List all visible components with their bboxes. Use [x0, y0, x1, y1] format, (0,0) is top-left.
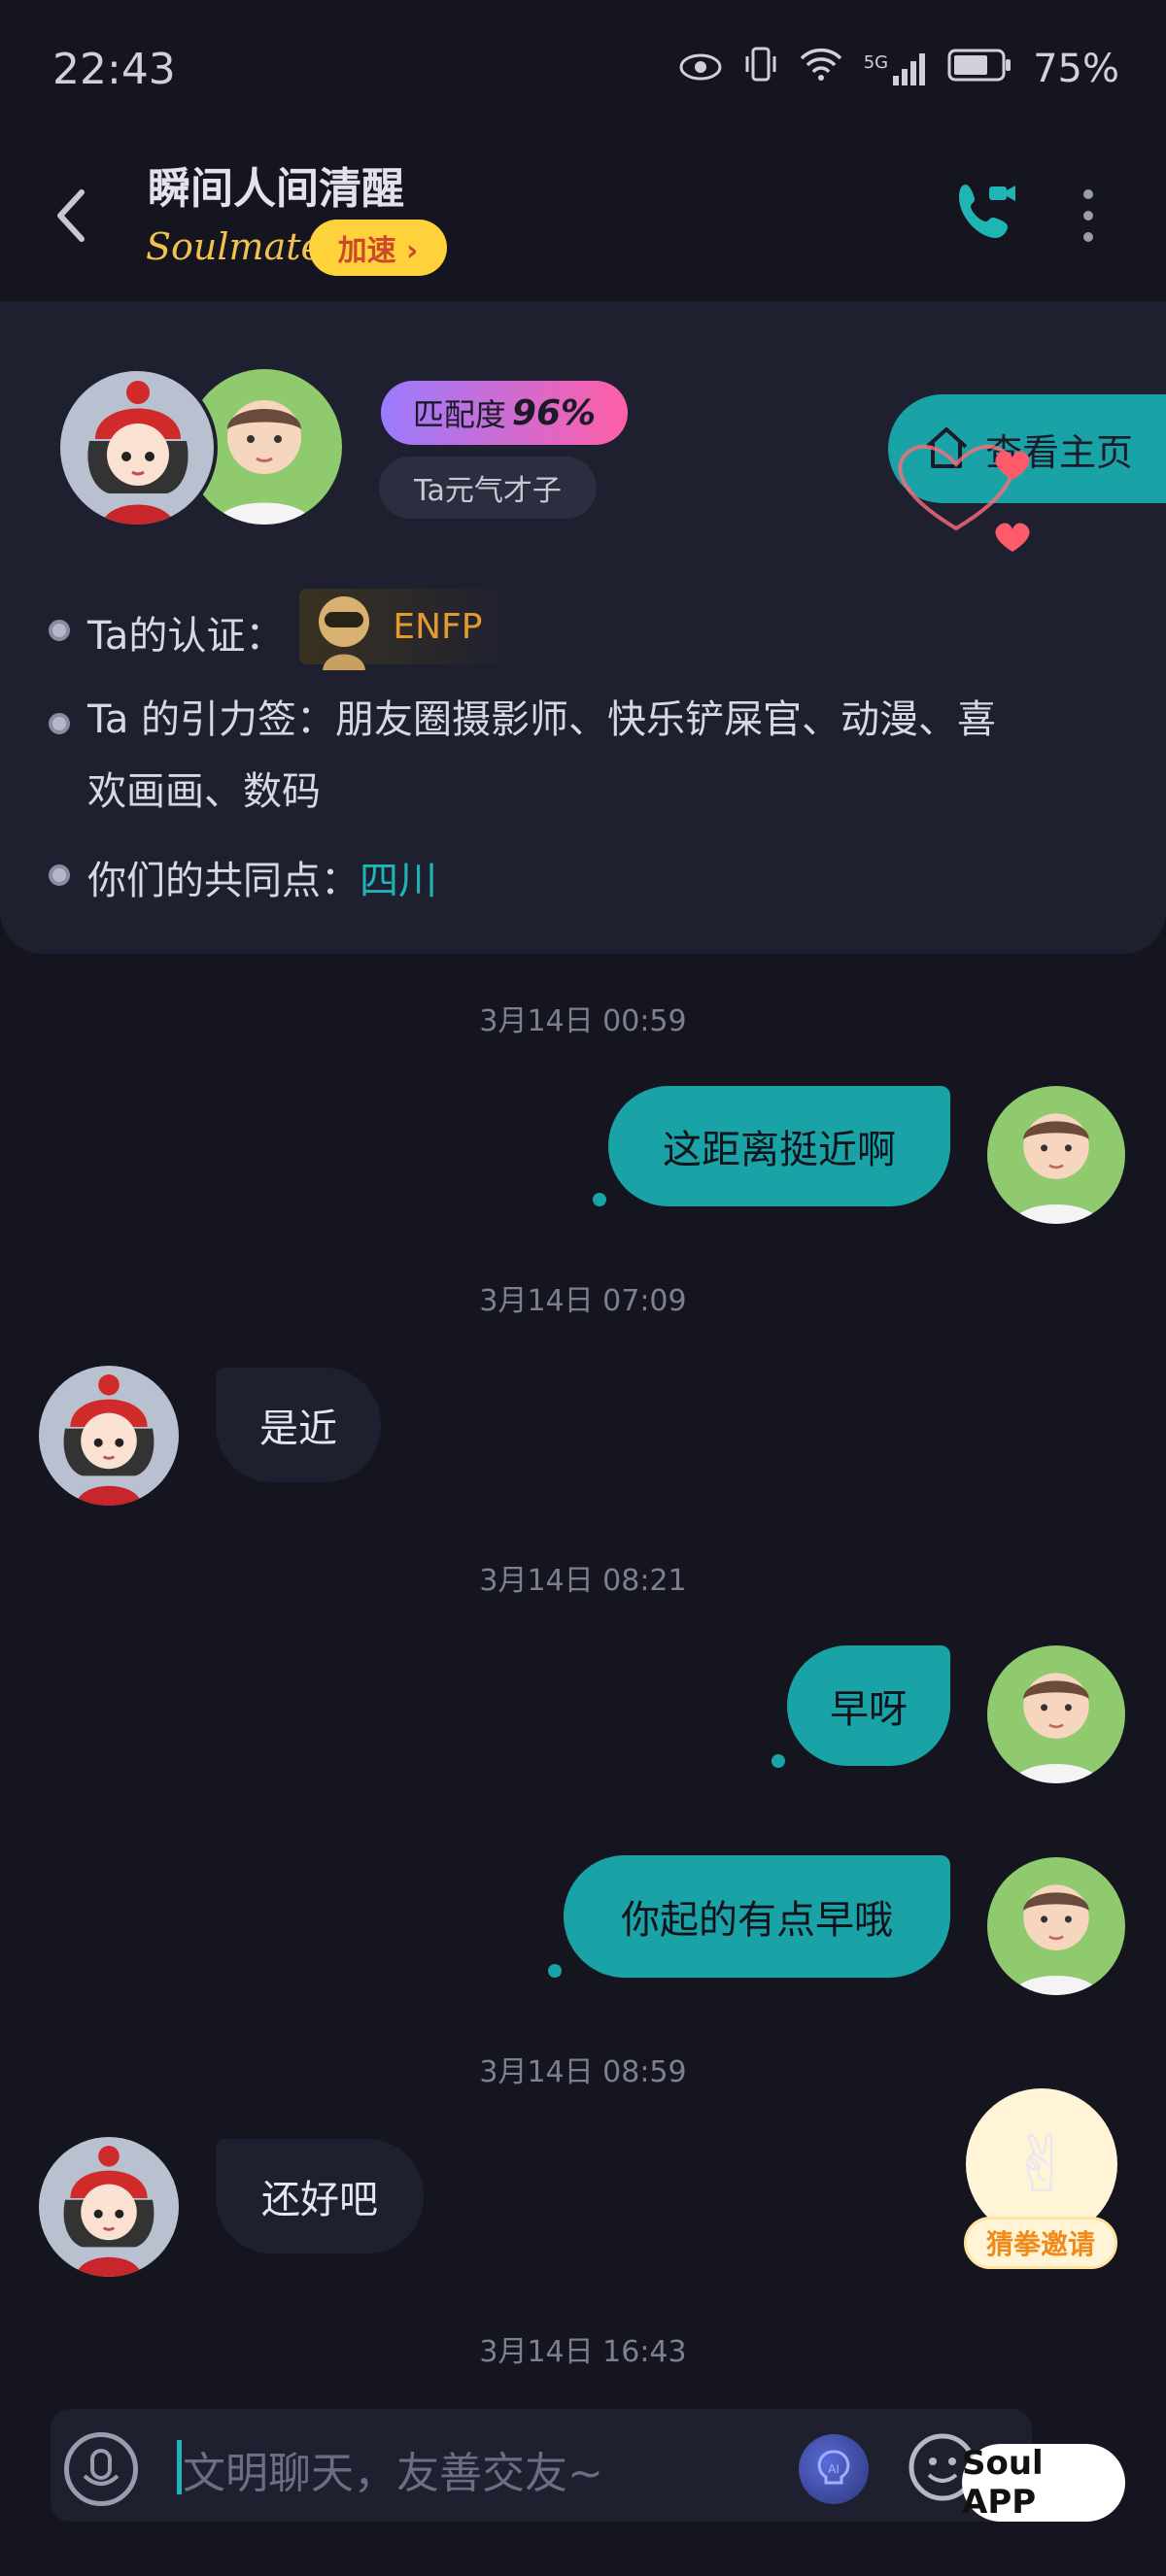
gravity-tags-line-1: Ta 的引力签：朋友圈摄影师、快乐铲屎官、动漫、喜 — [87, 697, 997, 742]
match-label: 匹配度 — [412, 396, 506, 433]
soulmate-badge[interactable]: Soulmate — [146, 225, 323, 268]
boy-avatar-icon — [1012, 1113, 1100, 1224]
match-score-badge: 匹配度 96% — [381, 381, 628, 445]
message-bubble-received[interactable]: 是近 — [216, 1368, 381, 1482]
astronaut-icon — [319, 596, 370, 670]
text-caret — [177, 2440, 182, 2494]
certification-label: Ta的认证： — [87, 614, 285, 659]
common-points-label: 你们的共同点： — [87, 859, 360, 903]
more-vertical-icon — [1083, 189, 1093, 242]
girl-avatar-icon — [63, 1374, 154, 1506]
vibrate-icon — [743, 45, 778, 93]
read-indicator — [593, 1193, 606, 1206]
more-options-button[interactable] — [1069, 186, 1108, 245]
network-type: 5G — [863, 52, 889, 73]
status-icons: 5G 75% — [679, 45, 1119, 93]
boy-avatar-icon — [1012, 1884, 1100, 1995]
view-homepage-button[interactable]: 查看主页 — [888, 394, 1166, 552]
common-points-row: 你们的共同点： 四川 — [49, 849, 437, 905]
mbti-value: ENFP — [393, 606, 483, 647]
common-points-value[interactable]: 四川 — [360, 849, 437, 905]
wifi-icon — [800, 47, 842, 91]
gravity-tags-row: Ta 的引力签：朋友圈摄影师、快乐铲屎官、动漫、喜 欢画画、数码 — [49, 697, 1137, 828]
gravity-tags-text: Ta 的引力签：朋友圈摄影师、快乐铲屎官、动漫、喜 欢画画、数码 — [87, 684, 996, 828]
chat-header: 瞬间人间清醒 Soulmate 加速 › — [0, 146, 1166, 301]
certification-row: Ta的认证： ENFP — [49, 589, 518, 680]
message-bubble-sent[interactable]: 这距离挺近啊 — [608, 1086, 950, 1206]
contact-avatar[interactable] — [39, 1366, 179, 1506]
my-avatar[interactable] — [987, 1857, 1125, 1995]
cellular-icon: 5G — [864, 52, 926, 85]
contact-name[interactable]: 瞬间人间清醒 — [148, 153, 404, 216]
status-time: 22:43 — [52, 45, 176, 94]
eye-icon — [679, 47, 722, 91]
contact-avatar[interactable] — [56, 367, 218, 528]
message-bubble-sent[interactable]: 早呀 — [787, 1645, 950, 1766]
status-bar: 22:43 5G 75% — [0, 0, 1166, 146]
svg-text:AI: AI — [828, 2462, 840, 2476]
heart-animation-icon — [898, 444, 1030, 552]
call-button[interactable] — [952, 177, 1020, 245]
phone-video-icon — [959, 185, 1015, 238]
bullet-icon — [49, 713, 70, 734]
contact-avatar[interactable] — [39, 2137, 179, 2277]
my-avatar[interactable] — [987, 1645, 1125, 1783]
match-value: 96% — [511, 392, 597, 433]
battery-percent: 75% — [1033, 47, 1119, 91]
bullet-icon — [49, 620, 70, 641]
profile-card: 匹配度 96% Ta元气才子 查看主页 Ta的认证： ENFP Ta 的引力签：… — [0, 301, 1166, 954]
message-timestamp: 3月14日 00:59 — [479, 1004, 687, 1038]
message-timestamp: 3月14日 16:43 — [479, 2335, 687, 2369]
gravity-tags-line-2: 欢画画、数码 — [87, 769, 321, 814]
message-bubble-sent[interactable]: 你起的有点早哦 — [564, 1855, 950, 1978]
app-watermark: Soul APP — [962, 2444, 1125, 2522]
rps-invite-button[interactable]: ✌ 猜拳邀请 — [964, 2088, 1117, 2273]
my-avatar[interactable] — [987, 1086, 1125, 1224]
rps-invite-label: 猜拳邀请 — [964, 2217, 1117, 2269]
back-button[interactable] — [52, 186, 91, 245]
message-input-bar: 文明聊天，友善交友~ AI — [51, 2409, 1032, 2522]
chevron-left-icon — [57, 189, 85, 242]
read-indicator — [772, 1754, 785, 1768]
read-indicator — [548, 1964, 562, 1978]
message-input[interactable]: 文明聊天，友善交友~ — [183, 2438, 603, 2500]
voice-input-button[interactable] — [64, 2432, 138, 2506]
girl-avatar-icon — [87, 381, 189, 525]
message-timestamp: 3月14日 08:59 — [479, 2055, 687, 2089]
message-timestamp: 3月14日 08:21 — [479, 1564, 687, 1598]
personality-tag: Ta元气才子 — [379, 457, 597, 519]
battery-icon — [947, 47, 1012, 91]
bullet-icon — [49, 864, 70, 886]
message-timestamp: 3月14日 07:09 — [479, 1284, 687, 1318]
message-bubble-received[interactable]: 还好吧 — [216, 2139, 424, 2254]
ai-assistant-button[interactable]: AI — [799, 2434, 869, 2504]
ai-bulb-icon: AI — [817, 2450, 850, 2485]
boost-button[interactable]: 加速 › — [309, 220, 447, 276]
girl-avatar-icon — [63, 2146, 154, 2277]
mbti-badge[interactable]: ENFP — [299, 589, 518, 670]
microphone-icon — [83, 2449, 120, 2486]
boy-avatar-icon — [1012, 1673, 1100, 1783]
